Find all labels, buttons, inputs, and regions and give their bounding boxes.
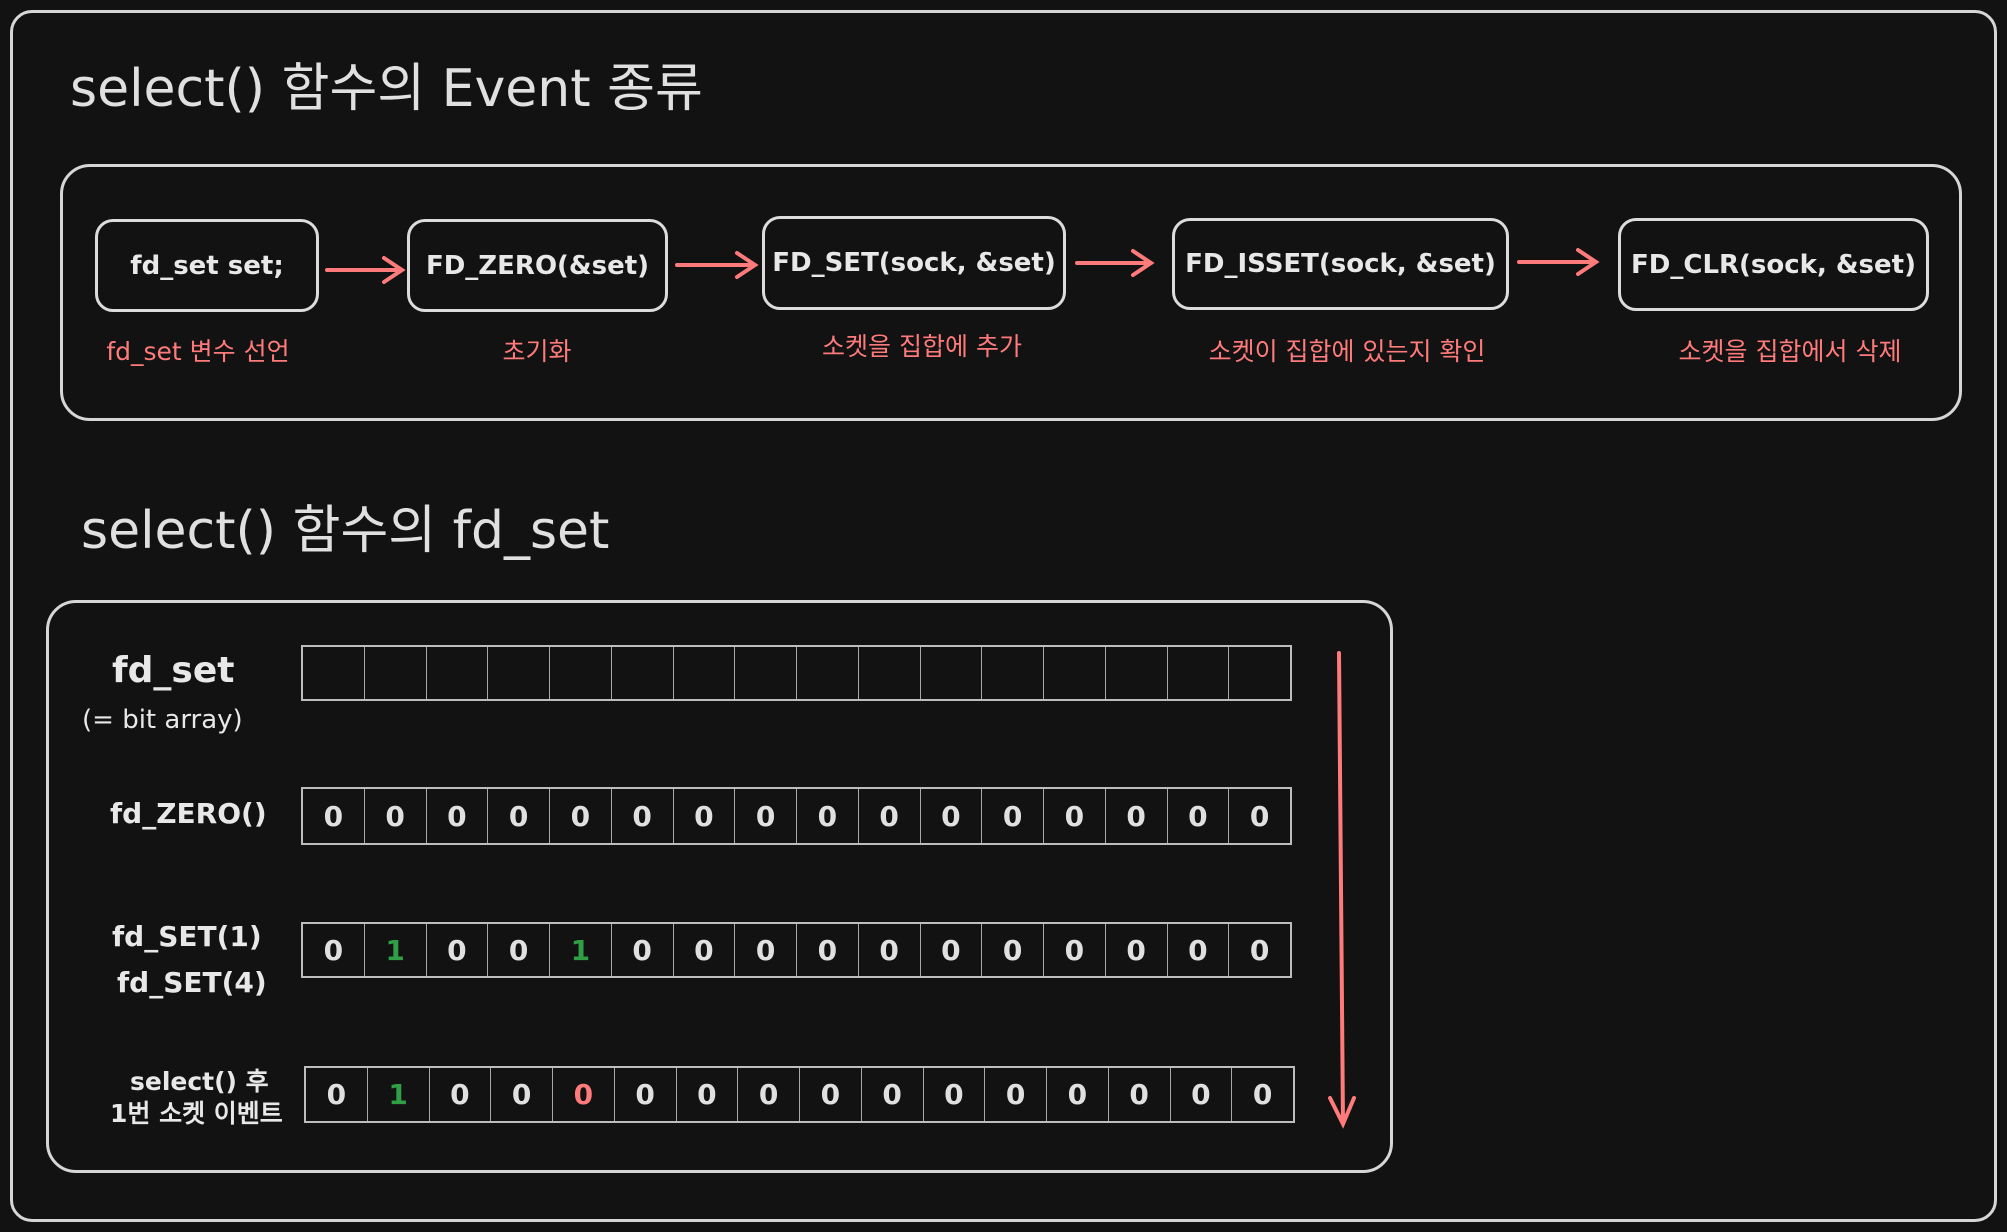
bit-cell: 0 xyxy=(488,924,550,976)
bit-cell: 0 xyxy=(1044,924,1106,976)
bit-cell xyxy=(365,647,427,699)
bit-cell: 0 xyxy=(674,924,736,976)
bit-cell: 0 xyxy=(924,1068,986,1121)
arrow-right-icon xyxy=(1075,249,1155,277)
bit-cell xyxy=(921,647,983,699)
bit-cell xyxy=(797,647,859,699)
bit-cell: 0 xyxy=(921,924,983,976)
bit-cell: 0 xyxy=(735,789,797,843)
bit-cell: 0 xyxy=(430,1068,492,1121)
bit-cell: 1 xyxy=(550,924,612,976)
bit-cell xyxy=(550,647,612,699)
bit-cell: 0 xyxy=(1044,789,1106,843)
bit-cell xyxy=(674,647,736,699)
row-label: fd_set xyxy=(112,650,235,691)
bit-cell: 1 xyxy=(365,924,427,976)
section2-title: select() 함수의 fd_set xyxy=(81,501,610,561)
bit-cell: 0 xyxy=(612,924,674,976)
bit-cell xyxy=(982,647,1044,699)
bit-array-empty xyxy=(301,645,1292,701)
bit-cell: 0 xyxy=(306,1068,368,1121)
bit-cell: 0 xyxy=(921,789,983,843)
bit-cell: 0 xyxy=(303,789,365,843)
bit-cell: 0 xyxy=(550,789,612,843)
bit-cell: 0 xyxy=(797,924,859,976)
bit-cell: 0 xyxy=(1168,789,1230,843)
bit-cell: 0 xyxy=(797,789,859,843)
bit-cell xyxy=(303,647,365,699)
row-label: select() 후 xyxy=(130,1067,269,1096)
bit-cell xyxy=(488,647,550,699)
bit-cell xyxy=(1106,647,1168,699)
bit-cell: 0 xyxy=(738,1068,800,1121)
bit-cell: 0 xyxy=(1109,1068,1171,1121)
bit-cell xyxy=(859,647,921,699)
bit-cell: 0 xyxy=(1168,924,1230,976)
bit-cell: 0 xyxy=(365,789,427,843)
bit-cell: 0 xyxy=(985,1068,1047,1121)
bit-cell xyxy=(1229,647,1290,699)
bit-cell: 0 xyxy=(1106,924,1168,976)
bit-cell: 0 xyxy=(1249,799,1270,833)
bit-cell: 0 xyxy=(427,789,489,843)
bit-cell: 0 xyxy=(677,1068,739,1121)
bit-cell: 1 xyxy=(368,1068,430,1121)
row-label: fd_ZERO() xyxy=(110,797,267,830)
bit-cell: 0 xyxy=(859,789,921,843)
bit-cell: 0 xyxy=(1252,1078,1273,1111)
bit-cell: 0 xyxy=(735,924,797,976)
arrow-right-icon xyxy=(675,251,759,279)
bit-cell: 0 xyxy=(674,789,736,843)
row-label: fd_SET(4) xyxy=(117,966,267,999)
row-sublabel: (= bit array) xyxy=(82,705,243,735)
bit-cell: 0 xyxy=(800,1068,862,1121)
bit-cell: 0 xyxy=(427,924,489,976)
bit-cell xyxy=(612,647,674,699)
row-label: fd_SET(1) xyxy=(112,920,262,953)
bit-cell: 0 xyxy=(1249,933,1270,967)
bit-cell xyxy=(427,647,489,699)
arrow-right-icon xyxy=(1517,248,1600,276)
bit-cell: 0 xyxy=(982,924,1044,976)
bit-array-after-select: 0100000000000000 xyxy=(304,1066,1295,1123)
bit-cell: 0 xyxy=(859,924,921,976)
bit-cell: 0 xyxy=(982,789,1044,843)
bit-cell xyxy=(1168,647,1230,699)
bit-cell: 0 xyxy=(862,1068,924,1121)
bit-cell: 0 xyxy=(612,789,674,843)
bit-cell: 0 xyxy=(1171,1068,1233,1121)
bit-cell: 0 xyxy=(303,924,365,976)
canvas: select() 함수의 Event 종류 fd_set set; FD_ZER… xyxy=(0,0,2007,1232)
bit-cell: 0 xyxy=(1047,1068,1109,1121)
bit-cell: 0 xyxy=(488,789,550,843)
row-label: 1번 소켓 이벤트 xyxy=(110,1099,283,1128)
bit-cell: 0 xyxy=(1106,789,1168,843)
bit-cell: 0 xyxy=(615,1068,677,1121)
bit-cell: 0 xyxy=(491,1068,553,1121)
bit-cell: 0 xyxy=(553,1068,615,1121)
arrow-right-icon xyxy=(325,256,406,284)
bit-array-zero: 0000000000000000 xyxy=(301,787,1292,845)
bit-array-set: 0100100000000000 xyxy=(301,922,1292,978)
bit-cell xyxy=(735,647,797,699)
bit-cell xyxy=(1044,647,1106,699)
